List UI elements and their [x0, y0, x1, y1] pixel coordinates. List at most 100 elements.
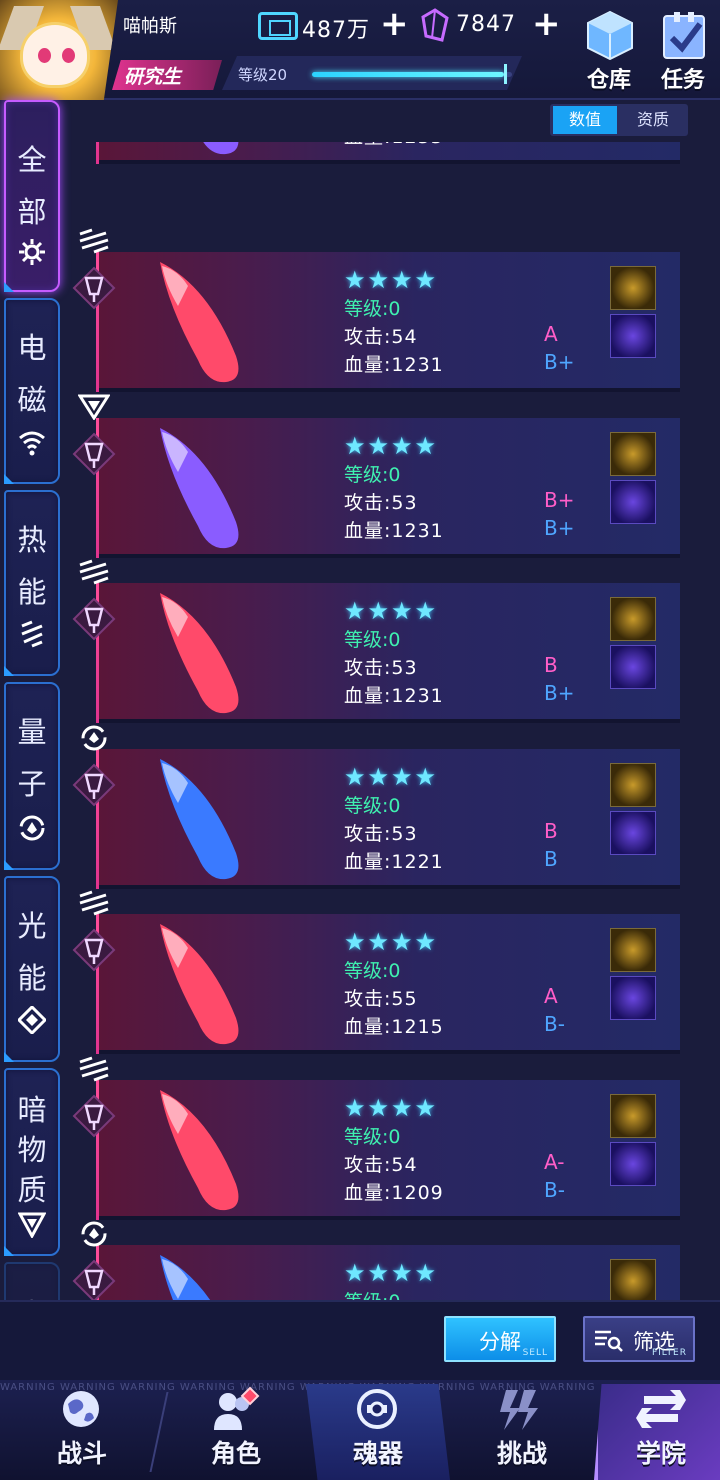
- quantum-ring-icon: [81, 1221, 107, 1247]
- gem-amount: 7847: [456, 12, 516, 37]
- skill-emblem-icon: [610, 763, 656, 807]
- decompose-button[interactable]: 分解 SELL: [444, 1316, 556, 1362]
- attack-grade: B+: [544, 488, 575, 512]
- crystal-gem-icon: [421, 8, 449, 42]
- soul-vessel-icon: [357, 1389, 397, 1429]
- filter-button[interactable]: 筛选 FILTER: [583, 1316, 695, 1362]
- item-card[interactable]: ★★★★等级:0: [96, 1245, 680, 1300]
- challenge-bolt-icon: [500, 1390, 538, 1430]
- item-list[interactable]: ★★★★等级:0攻击:54血量:1233AB+★★★★等级:0攻击:54血量:1…: [64, 142, 704, 1300]
- item-hp: 血量:1231: [344, 354, 444, 376]
- side-tab-light[interactable]: 光 能: [4, 876, 60, 1062]
- rank-label: 研究生: [124, 66, 182, 88]
- hp-grade: B+: [544, 681, 575, 705]
- side-tab-char: 暗: [17, 1093, 47, 1127]
- item-hp: 血量:1215: [344, 1016, 444, 1038]
- nav-challenge[interactable]: 挑战: [450, 1384, 594, 1480]
- rarity-stars: ★★★★: [344, 597, 439, 625]
- side-tab-all[interactable]: 全 部: [4, 100, 60, 292]
- blade-icon: [160, 428, 239, 549]
- side-tab-char: 部: [17, 195, 47, 229]
- add-gold-button[interactable]: +: [380, 6, 409, 42]
- heat-slash-icon: [79, 559, 109, 585]
- item-card[interactable]: ★★★★ 等级:0 攻击:54 血量:1209 A- B-: [96, 1080, 680, 1220]
- nav-academy[interactable]: 学院: [594, 1384, 720, 1480]
- nav-battle[interactable]: 战斗: [10, 1384, 154, 1480]
- hp-grade: B+: [544, 516, 575, 540]
- player-avatar[interactable]: [0, 0, 118, 100]
- warehouse-label: 仓库: [586, 68, 631, 93]
- blade-icon: [160, 1090, 239, 1211]
- heat-slash-icon: [21, 620, 43, 648]
- side-tab-char: 物: [17, 1133, 47, 1167]
- skill-burst-icon: [610, 480, 656, 524]
- attack-grade: B: [544, 653, 558, 677]
- attack-grade: A-: [544, 1150, 565, 1174]
- hp-grade: B+: [544, 142, 574, 146]
- avatar-eye: [62, 48, 75, 63]
- item-attack: 攻击:53: [344, 492, 418, 514]
- skill-burst-icon: [610, 314, 656, 358]
- item-card[interactable]: ★★★★ 等级:0 攻击:53 血量:1231 B+ B+: [96, 418, 680, 558]
- item-card[interactable]: ★★★★ 等级:0 攻击:55 血量:1215 A B-: [96, 914, 680, 1054]
- warehouse-button[interactable]: 仓库: [578, 6, 640, 93]
- item-level: 等级:0: [344, 1287, 401, 1300]
- nav-label: 角色: [210, 1439, 261, 1468]
- item-attack: 攻击:54: [344, 1154, 418, 1176]
- username: 喵帕斯: [123, 16, 177, 37]
- item-card[interactable]: ★★★★ 等级:0 攻击:53 血量:1231 B B+: [96, 583, 680, 723]
- item-level: 等级:0: [344, 629, 401, 651]
- item-card[interactable]: ★★★★ 等级:0 攻击:53 血量:1221 B B: [96, 749, 680, 889]
- heat-slash-icon: [79, 890, 109, 916]
- item-attack: 攻击:53: [344, 657, 418, 679]
- task-checklist-icon: [663, 12, 705, 59]
- nav-characters[interactable]: 角色: [164, 1384, 308, 1480]
- item-card[interactable]: ★★★★ 等级:0 攻击:54 血量:1231 A B+: [96, 252, 680, 392]
- side-tab-char: 能: [17, 575, 47, 609]
- item-hp: 血量:1231: [344, 520, 444, 542]
- blade-icon: [203, 142, 239, 155]
- heat-slash-icon: [79, 228, 109, 254]
- item-attack: 攻击:54: [344, 326, 418, 348]
- side-tab-dark-matter[interactable]: 暗 物 质: [4, 1068, 60, 1256]
- side-tab-quantum[interactable]: 量 子: [4, 682, 60, 870]
- hp-grade: B+: [544, 350, 575, 374]
- filter-sub-label: FILTER: [651, 1348, 687, 1358]
- hp-grade: B-: [544, 1178, 565, 1202]
- item-hp: 血量:1231: [344, 685, 444, 707]
- toggle-value-tab[interactable]: 数值: [553, 106, 617, 134]
- add-gem-button[interactable]: +: [532, 6, 561, 42]
- hp-grade: B-: [544, 1012, 565, 1036]
- toggle-quality-tab[interactable]: 资质: [621, 106, 685, 134]
- rarity-stars: ★★★★: [344, 928, 439, 956]
- card-accent-bar: [96, 142, 99, 164]
- item-attack: 攻击:53: [344, 823, 418, 845]
- rarity-stars: ★★★★: [344, 266, 439, 294]
- blade-icon: [160, 262, 239, 383]
- item-card[interactable]: ★★★★等级:0攻击:54血量:1233AB+: [96, 142, 680, 164]
- level-progress-fill: [312, 72, 504, 77]
- side-tab-char: 能: [17, 961, 47, 995]
- attack-grade: B: [544, 819, 558, 843]
- diamond-icon: [18, 1006, 46, 1034]
- side-tab-electromagnetic[interactable]: 电 磁: [4, 298, 60, 484]
- gear-burst-icon: [19, 239, 45, 265]
- gold-currency-icon: [258, 12, 298, 40]
- blade-icon: [160, 1255, 211, 1300]
- skill-emblem-icon: [610, 432, 656, 476]
- item-hp: 血量:1221: [344, 851, 444, 873]
- side-tab-char: 光: [17, 909, 47, 943]
- skill-burst-icon: [610, 1142, 656, 1186]
- side-tab-thermal[interactable]: 热 能: [4, 490, 60, 676]
- skill-emblem-icon: [610, 1259, 656, 1300]
- skill-emblem-icon: [610, 928, 656, 972]
- task-button[interactable]: 任务: [652, 6, 714, 93]
- heat-slash-icon: [79, 1056, 109, 1082]
- nav-soul-vessel[interactable]: 魂器: [306, 1384, 450, 1480]
- rarity-stars: ★★★★: [344, 763, 439, 791]
- triangle-down-icon: [78, 394, 110, 420]
- cup-icon: [72, 266, 116, 310]
- nav-label: 挑战: [496, 1439, 547, 1468]
- skill-burst-icon: [610, 811, 656, 855]
- characters-icon: [214, 1386, 260, 1430]
